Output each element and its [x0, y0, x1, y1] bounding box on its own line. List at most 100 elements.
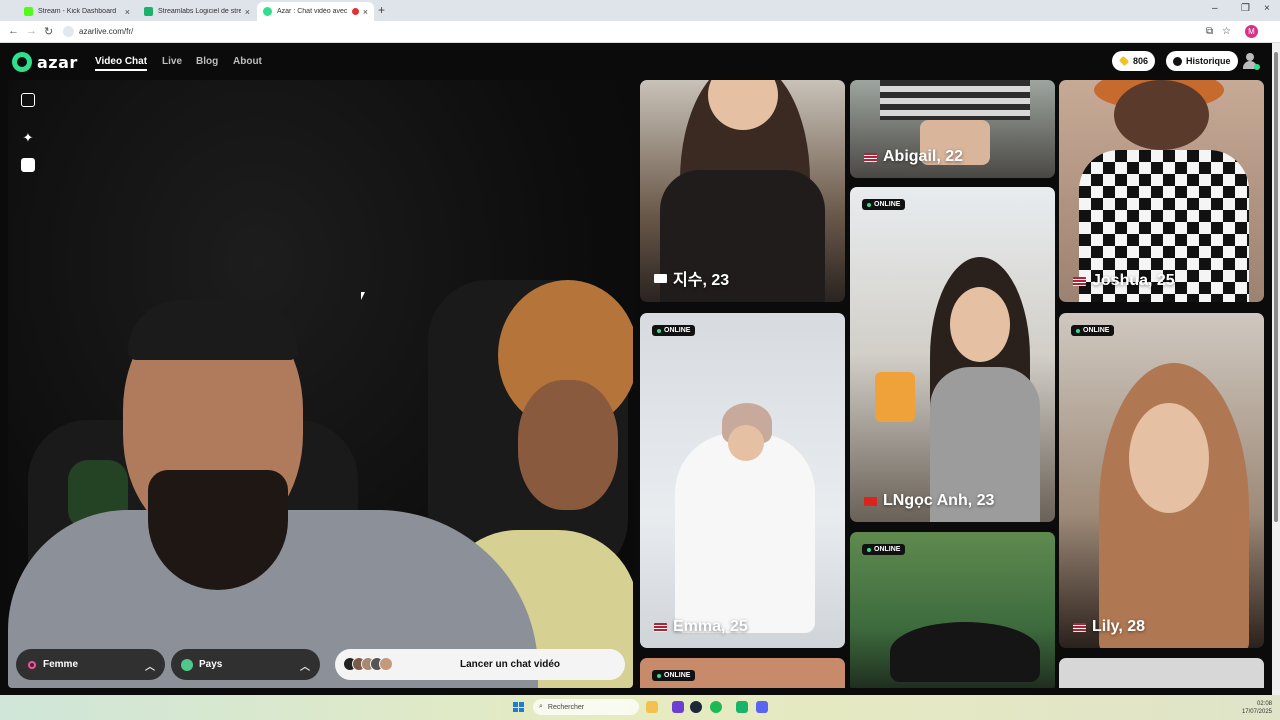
chevron-up-icon: ︿	[145, 662, 155, 673]
coin-count: 806	[1133, 56, 1149, 66]
usa-flag-icon	[864, 152, 877, 162]
online-badge: ONLINE	[862, 199, 906, 210]
maximize-icon[interactable]: ❐	[1241, 3, 1250, 14]
windows-taskbar: ⌕ Rechercher	[0, 695, 1280, 720]
close-icon[interactable]: ×	[125, 7, 130, 17]
steam-icon[interactable]	[690, 701, 702, 713]
camera-preview	[8, 80, 633, 688]
south-korea-flag-icon	[654, 273, 667, 283]
close-icon[interactable]: ×	[245, 7, 250, 17]
profile-name: Abigail, 22	[883, 148, 964, 165]
tab-title: Azar : Chat vidéo avec de n	[277, 8, 349, 15]
profile-card[interactable]: ONLINE	[850, 532, 1055, 688]
gender-filter-value: Femme	[43, 659, 79, 670]
sparkle-filter-icon[interactable]: ✦	[21, 130, 35, 145]
spotify-icon[interactable]	[710, 701, 722, 713]
usa-flag-icon	[1073, 622, 1086, 632]
recording-icon	[351, 8, 359, 15]
profile-card[interactable]: ONLINE Lily, 28	[1059, 313, 1264, 648]
azar-logo-icon	[12, 52, 32, 72]
url-field[interactable]: azarlive.com/fr/	[79, 27, 133, 36]
profile-avatar[interactable]: M	[1245, 25, 1258, 38]
start-video-chat-button[interactable]: Lancer un chat vidéo	[335, 649, 625, 680]
search-icon: ⌕	[539, 703, 543, 710]
clock-time: 02:08	[1256, 701, 1272, 707]
profile-grid: 지수, 23 ONLINE Emma, 25 ONLINE Abigail, 2…	[640, 80, 1272, 688]
taskbar-search[interactable]: ⌕ Rechercher	[533, 699, 639, 715]
browser-tab-bar: Stream - Kick Dashboard × Streamlabs Log…	[0, 0, 1280, 21]
streamlabs-icon[interactable]	[736, 701, 748, 713]
nav-about[interactable]: About	[233, 56, 262, 67]
search-placeholder: Rechercher	[547, 703, 585, 711]
nav-video-chat[interactable]: Video Chat	[95, 56, 148, 71]
profile-card[interactable]: ONLINE LNgọc Anh, 23	[850, 187, 1055, 522]
coin-balance-button[interactable]: 806	[1112, 51, 1156, 71]
profile-name: Lily, 28	[1092, 618, 1146, 635]
minimize-icon[interactable]: –	[1212, 3, 1218, 14]
azar-logo[interactable]: azar	[12, 52, 78, 72]
reload-icon[interactable]: ↻	[44, 25, 53, 38]
online-badge: ONLINE	[652, 670, 696, 681]
file-explorer-icon[interactable]	[646, 701, 658, 713]
tab-title: Stream - Kick Dashboard	[38, 8, 117, 15]
person-left-hair	[128, 300, 298, 360]
country-filter-value: Pays	[199, 659, 223, 670]
scrollbar-thumb[interactable]	[1274, 52, 1278, 522]
back-icon[interactable]: ←	[8, 25, 19, 37]
start-video-chat-label: Lancer un chat vidéo	[459, 659, 561, 670]
usa-flag-icon	[1073, 276, 1086, 286]
country-filter-select[interactable]: Pays ︿	[171, 649, 320, 680]
online-badge: ONLINE	[1071, 325, 1115, 336]
profile-card[interactable]: ONLINE	[640, 658, 845, 688]
user-account-icon[interactable]	[1242, 53, 1260, 70]
profile-card[interactable]: ONLINE Emma, 25	[640, 313, 845, 648]
usa-flag-icon	[654, 622, 667, 632]
effects-frame-icon[interactable]	[21, 93, 35, 107]
gem-icon	[1118, 55, 1130, 67]
discord-icon[interactable]	[756, 701, 768, 713]
history-label: Historique	[1186, 56, 1231, 66]
profile-name: Joshua, 25	[1092, 272, 1175, 289]
tab-streamlabs[interactable]: Streamlabs Logiciel de streami ×	[138, 2, 256, 21]
clock-date: 17/07/2025	[1241, 709, 1272, 715]
vietnam-flag-icon	[864, 496, 877, 506]
forward-icon[interactable]: →	[26, 25, 37, 37]
mouse-cursor	[361, 292, 365, 300]
bookmark-star-icon[interactable]: ☆	[1222, 26, 1231, 37]
site-info-icon[interactable]	[63, 26, 74, 37]
person-right-face	[518, 380, 618, 510]
online-badge: ONLINE	[862, 544, 906, 555]
tab-azar[interactable]: Azar : Chat vidéo avec de n ×	[257, 2, 374, 21]
chevron-up-icon: ︿	[300, 662, 310, 673]
app-icon[interactable]	[672, 701, 684, 713]
female-icon	[28, 660, 36, 669]
online-badge: ONLINE	[652, 325, 696, 336]
close-window-icon[interactable]: ×	[1264, 3, 1270, 14]
globe-icon	[181, 658, 193, 671]
streamlabs-icon	[144, 7, 153, 16]
profile-name: 지수, 23	[673, 272, 730, 289]
profile-name: Emma, 25	[673, 618, 748, 635]
clock-icon	[1173, 56, 1182, 66]
gender-filter-select[interactable]: Femme ︿	[16, 649, 165, 680]
history-button[interactable]: Historique	[1166, 51, 1238, 71]
profile-card[interactable]: Abigail, 22	[850, 80, 1055, 178]
nav-live[interactable]: Live	[162, 56, 182, 67]
sticker-face-icon[interactable]	[21, 158, 35, 172]
taskbar-clock[interactable]: 02:08 17/07/2025	[1238, 700, 1272, 716]
nav-blog[interactable]: Blog	[196, 56, 218, 67]
profile-card[interactable]: Joshua, 25	[1059, 80, 1264, 302]
profile-card[interactable]: 지수, 23	[640, 80, 845, 302]
windows-start-icon[interactable]	[513, 702, 524, 712]
new-tab-button[interactable]: +	[378, 3, 385, 17]
profile-name: LNgọc Anh, 23	[883, 492, 995, 509]
address-bar: ← → ↻ azarlive.com/fr/ ⧉ ☆ M	[0, 21, 1280, 43]
close-icon[interactable]: ×	[363, 7, 368, 17]
kick-icon	[24, 7, 33, 16]
azar-icon	[263, 7, 272, 16]
logo-text: azar	[37, 52, 78, 72]
site-header: azar Video Chat Live Blog About 806 Hist…	[0, 43, 1272, 80]
install-app-icon[interactable]: ⧉	[1206, 26, 1213, 37]
profile-card[interactable]	[1059, 658, 1264, 688]
tab-kick-dashboard[interactable]: Stream - Kick Dashboard ×	[18, 2, 136, 21]
